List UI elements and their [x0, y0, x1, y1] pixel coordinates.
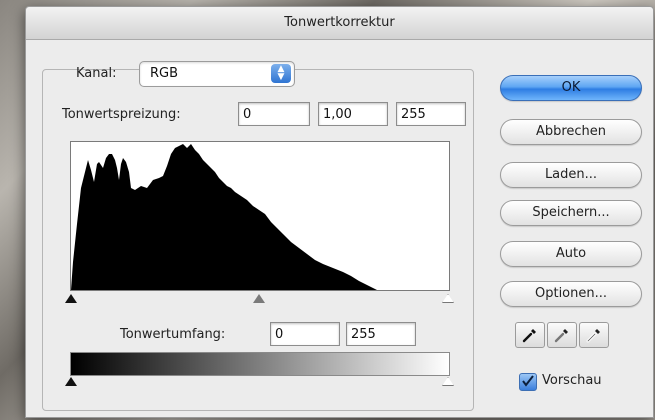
input-white-field[interactable]: 255: [396, 102, 466, 126]
output-levels-label: Tonwertumfang:: [120, 327, 226, 342]
histogram: [70, 141, 450, 291]
preview-label: Vorschau: [542, 373, 602, 388]
cancel-button[interactable]: Abbrechen: [500, 119, 642, 145]
levels-dialog: Tonwertkorrektur Kanal: RGB ▲ ▼ Tonwertsp…: [25, 6, 654, 418]
input-gamma-slider[interactable]: [253, 294, 265, 303]
channel-value: RGB: [150, 66, 179, 81]
output-black-slider[interactable]: [65, 377, 77, 386]
preview-checkbox[interactable]: [519, 373, 537, 391]
output-black-field[interactable]: 0: [270, 322, 340, 346]
eyedropper-black-button[interactable]: [515, 322, 545, 348]
histogram-graph: [71, 144, 377, 290]
ok-button[interactable]: OK: [500, 75, 642, 101]
eyedropper-white-icon: [586, 329, 600, 343]
auto-button[interactable]: Auto: [500, 241, 642, 267]
eyedropper-gray-icon: [554, 329, 568, 343]
load-button[interactable]: Laden...: [500, 162, 642, 188]
output-gradient-bar: [70, 352, 450, 376]
eyedropper-black-icon: [522, 329, 536, 343]
input-black-slider[interactable]: [65, 294, 77, 303]
channel-select[interactable]: RGB ▲ ▼: [139, 61, 295, 87]
input-black-field[interactable]: 0: [238, 102, 310, 126]
input-levels-label: Tonwertspreizung:: [62, 107, 181, 122]
save-button[interactable]: Speichern...: [500, 200, 642, 226]
eyedropper-gray-button[interactable]: [547, 322, 577, 348]
select-arrows-icon: ▲ ▼: [271, 64, 291, 83]
dialog-title: Tonwertkorrektur: [26, 7, 653, 40]
eyedropper-white-button[interactable]: [579, 322, 609, 348]
checkmark-icon: [522, 375, 534, 387]
output-white-field[interactable]: 255: [346, 322, 416, 346]
options-button[interactable]: Optionen...: [500, 281, 642, 307]
input-gamma-field[interactable]: 1,00: [318, 102, 388, 126]
channel-label: Kanal:: [76, 66, 117, 81]
